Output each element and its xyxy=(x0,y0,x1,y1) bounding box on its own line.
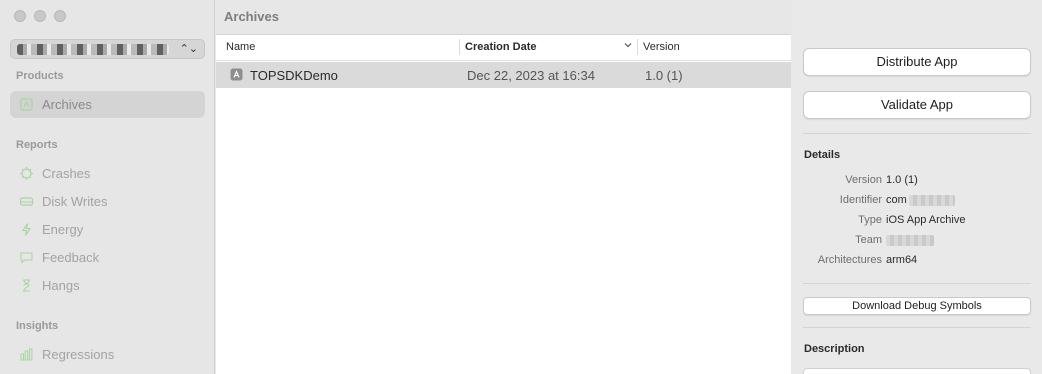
details-heading: Details xyxy=(804,149,841,161)
validate-app-button[interactable]: Validate App xyxy=(803,91,1031,119)
chevron-updown-icon: ⌃⌄ xyxy=(179,43,198,55)
zoom-window-button[interactable] xyxy=(54,10,66,22)
hourglass-icon xyxy=(19,278,34,293)
download-debug-symbols-button[interactable]: Download Debug Symbols xyxy=(803,297,1031,315)
sidebar-item-label: Energy xyxy=(42,222,84,237)
minimize-window-button[interactable] xyxy=(34,10,46,22)
sidebar-item-label: Disk Writes xyxy=(42,194,108,209)
description-field[interactable] xyxy=(803,368,1031,374)
detail-value: iOS App Archive xyxy=(886,214,966,226)
chat-bubble-icon xyxy=(19,250,34,265)
page-title: Archives xyxy=(216,0,791,35)
inspector-pane: Distribute App Validate App Details Vers… xyxy=(792,0,1042,374)
divider xyxy=(803,283,1031,284)
table-row[interactable]: TOPSDKDemo Dec 22, 2023 at 16:34 1.0 (1) xyxy=(216,62,791,88)
chevron-down-icon xyxy=(623,40,633,53)
detail-value xyxy=(886,234,934,246)
distribute-app-button[interactable]: Distribute App xyxy=(803,48,1031,76)
redacted-team xyxy=(886,234,934,246)
detail-value: arm64 xyxy=(886,254,918,266)
identifier-text: com xyxy=(886,194,907,206)
archive-icon xyxy=(19,97,34,112)
sidebar-item-feedback[interactable]: Feedback xyxy=(10,244,205,271)
detail-label: Type xyxy=(858,214,882,226)
archive-date: Dec 22, 2023 at 16:34 xyxy=(467,68,595,83)
disk-icon xyxy=(19,194,34,209)
sidebar-item-energy[interactable]: Energy xyxy=(10,216,205,243)
detail-value: com xyxy=(886,194,955,206)
archives-list-pane: Archives Name Creation Date Version TOPS… xyxy=(216,0,791,374)
sidebar-item-crashes[interactable]: Crashes xyxy=(10,160,205,187)
detail-label: Architectures xyxy=(817,254,882,266)
column-header-version[interactable]: Version xyxy=(643,41,680,53)
sidebar-item-label: Hangs xyxy=(42,278,80,293)
divider xyxy=(803,327,1031,328)
description-heading: Description xyxy=(804,343,865,355)
redacted-team-name xyxy=(17,44,169,55)
section-reports: Reports xyxy=(16,139,58,151)
divider xyxy=(803,133,1031,134)
column-divider[interactable] xyxy=(459,39,460,55)
sidebar-item-label: Crashes xyxy=(42,166,91,181)
bar-chart-icon xyxy=(19,347,34,362)
app-archive-icon xyxy=(230,68,243,84)
crash-icon xyxy=(19,166,34,181)
sidebar-item-hangs[interactable]: Hangs xyxy=(10,272,205,299)
detail-label: Version xyxy=(845,174,882,186)
column-divider[interactable] xyxy=(637,39,638,55)
sidebar: ⌃⌄ Products Archives Reports Crashes Dis… xyxy=(0,0,215,374)
sidebar-item-disk-writes[interactable]: Disk Writes xyxy=(10,188,205,215)
table-header: Name Creation Date Version xyxy=(216,35,791,61)
section-insights: Insights xyxy=(16,320,59,332)
detail-label: Team xyxy=(855,234,882,246)
bolt-icon xyxy=(19,222,34,237)
sidebar-item-label: Regressions xyxy=(42,347,115,362)
column-header-name[interactable]: Name xyxy=(226,41,255,53)
sidebar-item-label: Archives xyxy=(42,97,92,112)
close-window-button[interactable] xyxy=(14,10,26,22)
detail-value: 1.0 (1) xyxy=(886,174,918,186)
sidebar-item-regressions[interactable]: Regressions xyxy=(10,341,205,368)
window-controls xyxy=(14,10,66,22)
team-selector[interactable]: ⌃⌄ xyxy=(10,39,205,59)
redacted-identifier xyxy=(908,194,955,206)
archive-name: TOPSDKDemo xyxy=(250,68,338,83)
archive-version: 1.0 (1) xyxy=(645,68,683,83)
section-products: Products xyxy=(16,70,64,82)
detail-label: Identifier xyxy=(839,194,882,206)
sidebar-item-label: Feedback xyxy=(42,250,100,265)
sidebar-item-archives[interactable]: Archives xyxy=(10,91,205,118)
column-header-creation-date[interactable]: Creation Date xyxy=(465,41,537,53)
